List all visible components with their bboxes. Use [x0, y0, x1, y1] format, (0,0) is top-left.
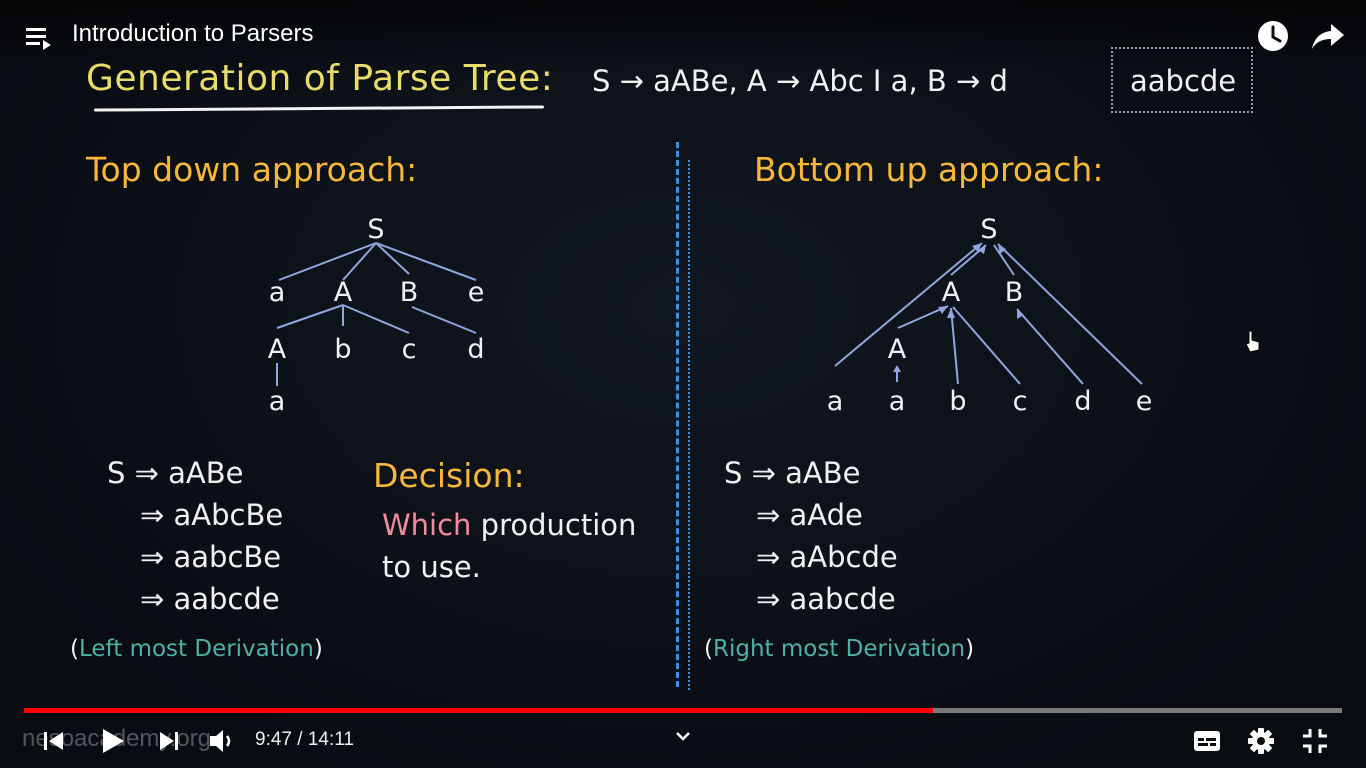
bu-derivation-step: ⇒ aabcde [756, 582, 896, 616]
progress-bar[interactable] [24, 708, 1342, 713]
bu-leaf-c: c [1013, 386, 1028, 417]
video-frame[interactable]: Introduction to Parsers Generation of Pa… [0, 0, 1366, 768]
bu-leaf-b: b [949, 386, 966, 417]
td-node-a2: a [269, 386, 286, 417]
td-derivation-step: ⇒ aAbcBe [140, 498, 284, 532]
decision-line-2: to use. [382, 550, 481, 584]
td-node-a: a [269, 277, 286, 308]
previous-icon[interactable] [43, 730, 65, 752]
next-icon[interactable] [158, 730, 180, 752]
bu-derivation-step: ⇒ aAbcde [756, 540, 898, 574]
td-node-A2: A [268, 334, 287, 365]
exit-fullscreen-icon[interactable] [1302, 728, 1328, 754]
td-node-e: e [468, 277, 485, 308]
mouse-cursor-icon [1245, 330, 1260, 353]
subtitles-icon[interactable] [1193, 729, 1221, 753]
td-node-S: S [367, 214, 384, 245]
play-icon[interactable] [100, 727, 126, 755]
bu-node-S: S [980, 214, 997, 245]
decision-heading: Decision: [373, 456, 525, 495]
progress-played [24, 708, 934, 713]
bu-leaf-a2: a [889, 386, 906, 417]
bu-node-A: A [942, 277, 961, 308]
td-derivation-step: ⇒ aabcde [140, 582, 280, 616]
td-derivation-note: (Left most Derivation) [70, 636, 323, 662]
td-node-B: B [400, 277, 419, 308]
bu-node-B: B [1005, 277, 1024, 308]
bu-leaf-a1: a [827, 386, 844, 417]
gear-icon[interactable] [1247, 727, 1275, 755]
bu-derivation-step: S ⇒ aABe [724, 456, 861, 490]
chevron-down-icon[interactable] [674, 730, 692, 744]
td-derivation-step: ⇒ aabcBe [140, 540, 282, 574]
decision-line-1: Which production [382, 508, 637, 542]
bu-node-A2: A [888, 334, 907, 365]
td-node-b: b [334, 334, 351, 365]
volume-icon[interactable] [208, 728, 236, 754]
td-node-d: d [467, 334, 484, 365]
bottom-up-tree-edges [834, 242, 1143, 385]
td-derivation-step: S ⇒ aABe [107, 456, 244, 490]
td-node-c: c [402, 334, 417, 365]
bu-derivation-note: (Right most Derivation) [704, 636, 975, 662]
bu-leaf-d: d [1074, 386, 1091, 417]
top-down-tree-edges [276, 242, 477, 386]
time-display: 9:47 / 14:11 [255, 729, 354, 750]
bu-leaf-e: e [1136, 386, 1153, 417]
td-node-A: A [334, 277, 353, 308]
bu-derivation-step: ⇒ aAde [756, 498, 863, 532]
